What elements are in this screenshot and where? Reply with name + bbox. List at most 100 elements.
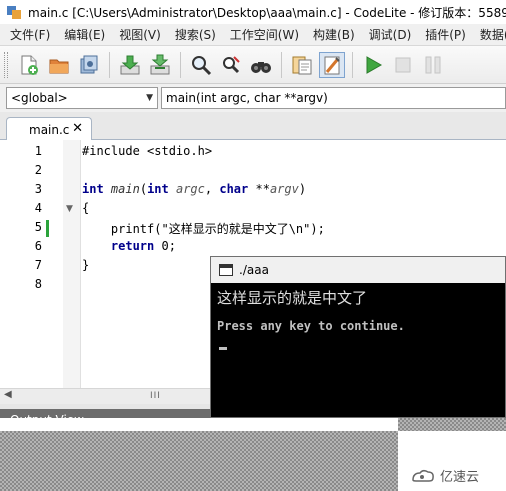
find-replace-icon: [223, 55, 240, 73]
code-keyword: int: [82, 182, 104, 196]
editor-tab-strip: main.c ✕: [0, 112, 506, 141]
save-all-icon: [80, 55, 98, 73]
find-button[interactable]: [188, 52, 214, 78]
code-printf: printf("这样显示的就是中文了\n");: [82, 222, 325, 236]
menu-search[interactable]: 搜索(S): [168, 26, 223, 43]
line-number: 6: [34, 239, 42, 253]
console-window-icon: [219, 264, 233, 276]
chevron-down-icon: ▼: [146, 93, 153, 103]
code-line: #include <stdio.h>: [82, 144, 212, 158]
function-combo-value: main(int argc, char **argv): [166, 91, 328, 105]
window-title: main.c [C:\Users\Administrator\Desktop\a…: [28, 5, 506, 20]
new-file-icon: [21, 55, 38, 75]
code-keyword: return: [110, 239, 155, 253]
code-param: argc: [175, 182, 205, 196]
scrollbar-thumb[interactable]: III: [150, 391, 161, 401]
code-keyword: char: [219, 182, 249, 196]
console-window[interactable]: ./aaa 这样显示的就是中文了 Press any key to contin…: [210, 256, 506, 418]
namespace-combo[interactable]: <global> ▼: [6, 87, 158, 109]
toolbar-separator: [180, 51, 181, 78]
tab-label: main.c: [29, 122, 70, 137]
toolbar-separator: [352, 51, 353, 78]
build-tool-icon: [324, 56, 340, 74]
new-file-button[interactable]: [16, 52, 42, 78]
pause-icon: [425, 56, 441, 73]
console-output-prompt: Press any key to continue.: [217, 319, 405, 333]
toolbar-separator: [281, 51, 282, 78]
fold-toggle-icon[interactable]: ▼: [66, 204, 73, 214]
console-output-chinese: 这样显示的就是中文了: [217, 289, 368, 307]
console-cursor: [219, 347, 227, 350]
code-punct: ): [298, 182, 307, 196]
tab-main-c[interactable]: main.c ✕: [6, 117, 92, 141]
code-punct: (: [139, 182, 148, 196]
close-icon[interactable]: ✕: [72, 121, 83, 136]
code-function-name: main: [110, 182, 140, 196]
console-title: ./aaa: [239, 263, 269, 277]
download-button[interactable]: [117, 52, 143, 78]
checker-pattern: [0, 431, 398, 491]
scroll-left-icon[interactable]: ◀: [4, 389, 12, 400]
line-number: 2: [34, 163, 42, 177]
yisu-cloud-logo-icon: [412, 469, 434, 482]
save-file-button[interactable]: [76, 52, 102, 78]
console-titlebar[interactable]: ./aaa: [211, 257, 505, 283]
fold-margin: [63, 140, 81, 388]
menu-bar: 文件(F) 编辑(E) 视图(V) 搜索(S) 工作空间(W) 构建(B) 调试…: [0, 24, 506, 46]
line-number: 1: [34, 144, 42, 158]
pause-button[interactable]: [420, 52, 446, 78]
line-number-gutter: 1 2 3 4 5 6 7 8: [0, 140, 63, 388]
code-line: }: [82, 258, 89, 272]
build-settings-button[interactable]: [319, 51, 345, 78]
menu-file[interactable]: 文件(F): [0, 26, 57, 43]
line-number: 7: [34, 258, 42, 272]
watermark-text: 亿速云: [440, 470, 480, 485]
code-line: return 0;: [82, 239, 176, 253]
code-punct: ,: [204, 182, 220, 196]
find-in-files-button[interactable]: [248, 52, 274, 78]
menu-data[interactable]: 数据(R: [473, 26, 506, 43]
menu-build[interactable]: 构建(B): [306, 26, 362, 43]
folder-open-icon: [49, 59, 69, 73]
code-punct: **: [248, 182, 270, 196]
menu-debug[interactable]: 调试(D): [362, 26, 419, 43]
line-number: 5: [34, 220, 42, 234]
download-all-button[interactable]: [147, 52, 173, 78]
code-include: #include <stdio.h>: [82, 144, 213, 158]
code-param: argv: [269, 182, 299, 196]
download-stack-icon: [150, 54, 170, 74]
function-combo[interactable]: main(int argc, char **argv): [161, 87, 506, 109]
codelite-app-icon: [6, 4, 22, 20]
line-number: 8: [34, 277, 42, 291]
toolbar-grip[interactable]: [4, 51, 8, 78]
code-brace: {: [82, 201, 90, 215]
code-brace: }: [82, 258, 90, 272]
menu-plugins[interactable]: 插件(P): [418, 26, 473, 43]
menu-workspace[interactable]: 工作空间(W): [223, 26, 306, 43]
modified-line-marker: [46, 220, 49, 237]
editor-horizontal-scrollbar[interactable]: ◀ III: [0, 388, 214, 404]
code-keyword: int: [147, 182, 169, 196]
menu-view[interactable]: 视图(V): [112, 26, 168, 43]
workspace-button[interactable]: [289, 52, 315, 78]
stop-icon: [395, 57, 411, 72]
scope-navigation-bar: <global> ▼ main(int argc, char **argv): [0, 84, 506, 112]
line-number: 3: [34, 182, 42, 196]
open-file-button[interactable]: [46, 52, 72, 78]
code-line: {: [82, 201, 89, 215]
checker-pattern: [398, 418, 506, 431]
find-replace-button[interactable]: [218, 52, 244, 78]
console-output: 这样显示的就是中文了 Press any key to continue.: [217, 287, 405, 350]
code-line: int main(int argc, char **argv): [82, 182, 306, 196]
main-toolbar: [0, 46, 506, 84]
download-tray-icon: [120, 55, 140, 74]
play-icon: [366, 55, 383, 74]
binoculars-icon: [251, 61, 271, 73]
menu-edit[interactable]: 编辑(E): [57, 26, 112, 43]
namespace-combo-value: <global>: [11, 91, 68, 105]
stop-button[interactable]: [390, 52, 416, 78]
run-button[interactable]: [360, 52, 386, 78]
watermark: 亿速云: [410, 466, 479, 485]
code-return-value: 0;: [154, 239, 176, 253]
